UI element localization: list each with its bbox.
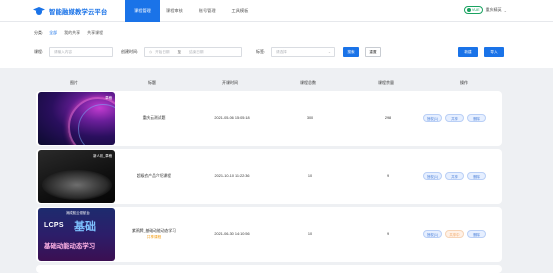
user-name: 重庆精英 [485, 7, 502, 12]
nav-account-management[interactable]: 账号管理 [193, 0, 222, 22]
course-title-text: 紫鸦牌_基础动能动态学习 [132, 229, 176, 233]
search-button[interactable]: 搜索 [343, 47, 359, 57]
table-header: 图片 标题 开课时间 课程总数 课程余量 操作 [34, 76, 504, 90]
date-range-picker[interactable]: ◷ 开始日期 至 结束日期 [144, 47, 242, 57]
course-title-text: 超级农产品介绍课程 [136, 174, 172, 178]
chevron-down-icon: ⌄ [327, 50, 331, 54]
start-time: 2021-10-10 11:22:36 [214, 174, 250, 178]
delete-button[interactable]: 删除 [467, 230, 486, 238]
start-time: 2021-05-06 15:05:18 [214, 116, 250, 120]
start-time: 2021-06-30 14:10:56 [214, 232, 250, 236]
row-actions: 授权(1) 共享中 删除 [423, 230, 489, 238]
search-filters: 课程: 请输入内容 创建时间: ◷ 开始日期 至 结束日期 标签: 请选择 ⌄ … [34, 47, 519, 57]
category-shared-courses[interactable]: 共享课程 [87, 30, 103, 36]
vip-badge: VUE [463, 6, 483, 14]
thumbnail-status-tag: 新人彩_草稿 [93, 154, 112, 158]
col-start-time: 开课时间 [222, 80, 238, 85]
col-title: 标题 [148, 80, 156, 85]
authorize-button[interactable]: 授权(1) [423, 114, 442, 122]
tag-select[interactable]: 请选择 ⌄ [271, 47, 335, 57]
tag-placeholder: 请选择 [276, 49, 287, 54]
course-input[interactable]: 请输入内容 [49, 47, 113, 57]
end-date-placeholder: 结束日期 [189, 49, 204, 54]
date-range-separator: 至 [177, 49, 182, 54]
import-button[interactable]: 导入 [484, 47, 504, 57]
authorize-button[interactable]: 授权(1) [423, 172, 442, 180]
row-actions: 授权(1) 共享 删除 [423, 172, 489, 180]
chevron-down-icon: ⌄ [503, 7, 507, 13]
delete-button[interactable]: 删除 [467, 172, 486, 180]
logo[interactable]: 智能融媒教学云平台 [33, 4, 107, 18]
thumbnail-headline-2: 基础 [74, 221, 96, 233]
row-actions: 授权(1) 共享 删除 [423, 114, 489, 122]
graduation-cap-icon [33, 5, 45, 17]
course-title: 紫鸦牌_基础动能动态学习 共享课程 [132, 229, 176, 240]
table-row[interactable]: 草稿 重庆云测试题 2021-05-06 15:05:18 300 298 授权… [36, 91, 502, 146]
course-placeholder: 请输入内容 [54, 49, 72, 54]
course-title-text: 重庆云测试题 [142, 116, 166, 120]
main-nav: 课程管理 课程审核 账号管理 工具模板 [125, 0, 258, 22]
course-label: 课程: [34, 49, 44, 54]
course-remaining: 9 [386, 232, 390, 236]
thumbnail-subtitle: 基础动能动态学习 [44, 243, 96, 250]
course-remaining: 9 [386, 174, 390, 178]
table-row[interactable] [36, 265, 502, 273]
course-thumbnail[interactable]: 草稿 [38, 92, 115, 145]
create-button[interactable]: 新建 [458, 47, 478, 57]
thumbnail-headline: LCPS [44, 222, 64, 229]
course-title: 超级农产品介绍课程 [137, 174, 171, 179]
col-total: 课程总数 [300, 80, 316, 85]
user-menu[interactable]: VUE 重庆精英 ⌄ [463, 6, 507, 14]
reset-button[interactable]: 重置 [365, 47, 381, 57]
col-image: 图片 [70, 80, 78, 85]
nav-tool-templates[interactable]: 工具模板 [226, 0, 255, 22]
vip-dot-icon [466, 8, 471, 12]
calendar-icon: ◷ [149, 50, 153, 54]
nav-course-management[interactable]: 课程管理 [125, 0, 160, 22]
course-thumbnail[interactable]: 润成航云领航台 LCPS 基础 基础动能动态学习 [38, 208, 115, 261]
category-filter: 分类: 全部 我的共享 共享课程 [34, 30, 110, 36]
thumbnail-status-tag: 草稿 [105, 96, 112, 100]
course-title: 重庆云测试题 [143, 116, 166, 121]
course-remaining: 298 [384, 116, 392, 120]
course-total: 10 [307, 174, 313, 178]
category-all[interactable]: 全部 [49, 30, 57, 36]
created-time-label: 创建时间: [121, 49, 139, 54]
filter-panel: 分类: 全部 我的共享 共享课程 课程: 请输入内容 创建时间: ◷ 开始日期 … [0, 22, 553, 68]
sharing-button[interactable]: 共享中 [445, 230, 464, 238]
vip-badge-text: VUE [471, 8, 480, 12]
table-row[interactable]: 润成航云领航台 LCPS 基础 基础动能动态学习 紫鸦牌_基础动能动态学习 共享… [36, 207, 502, 262]
course-table: 图片 标题 开课时间 课程总数 课程余量 操作 草稿 重庆云测试题 2021-0… [34, 76, 504, 273]
table-row[interactable]: 新人彩_草稿 超级农产品介绍课程 2021-10-10 11:22:36 10 … [36, 149, 502, 204]
col-remaining: 课程余量 [378, 80, 394, 85]
start-date-placeholder: 开始日期 [155, 49, 170, 54]
category-my-shared[interactable]: 我的共享 [64, 30, 80, 36]
delete-button[interactable]: 删除 [467, 114, 486, 122]
share-button[interactable]: 共享 [445, 114, 464, 122]
logo-text: 智能融媒教学云平台 [49, 8, 108, 16]
thumbnail-brand-text: 润成航云领航台 [66, 211, 90, 215]
authorize-button[interactable]: 授权(1) [423, 230, 442, 238]
course-total: 300 [306, 116, 314, 120]
tag-label: 标签: [256, 49, 266, 54]
nav-course-review[interactable]: 课程审核 [160, 0, 189, 22]
top-navbar: 智能融媒教学云平台 课程管理 课程审核 账号管理 工具模板 VUE 重庆精英 ⌄ [0, 0, 553, 22]
col-actions: 操作 [460, 80, 468, 85]
share-button[interactable]: 共享 [445, 172, 464, 180]
course-total: 10 [307, 232, 313, 236]
course-thumbnail[interactable]: 新人彩_草稿 [38, 150, 115, 203]
shared-course-tag: 共享课程 [146, 235, 162, 239]
category-label: 分类: [34, 30, 44, 35]
